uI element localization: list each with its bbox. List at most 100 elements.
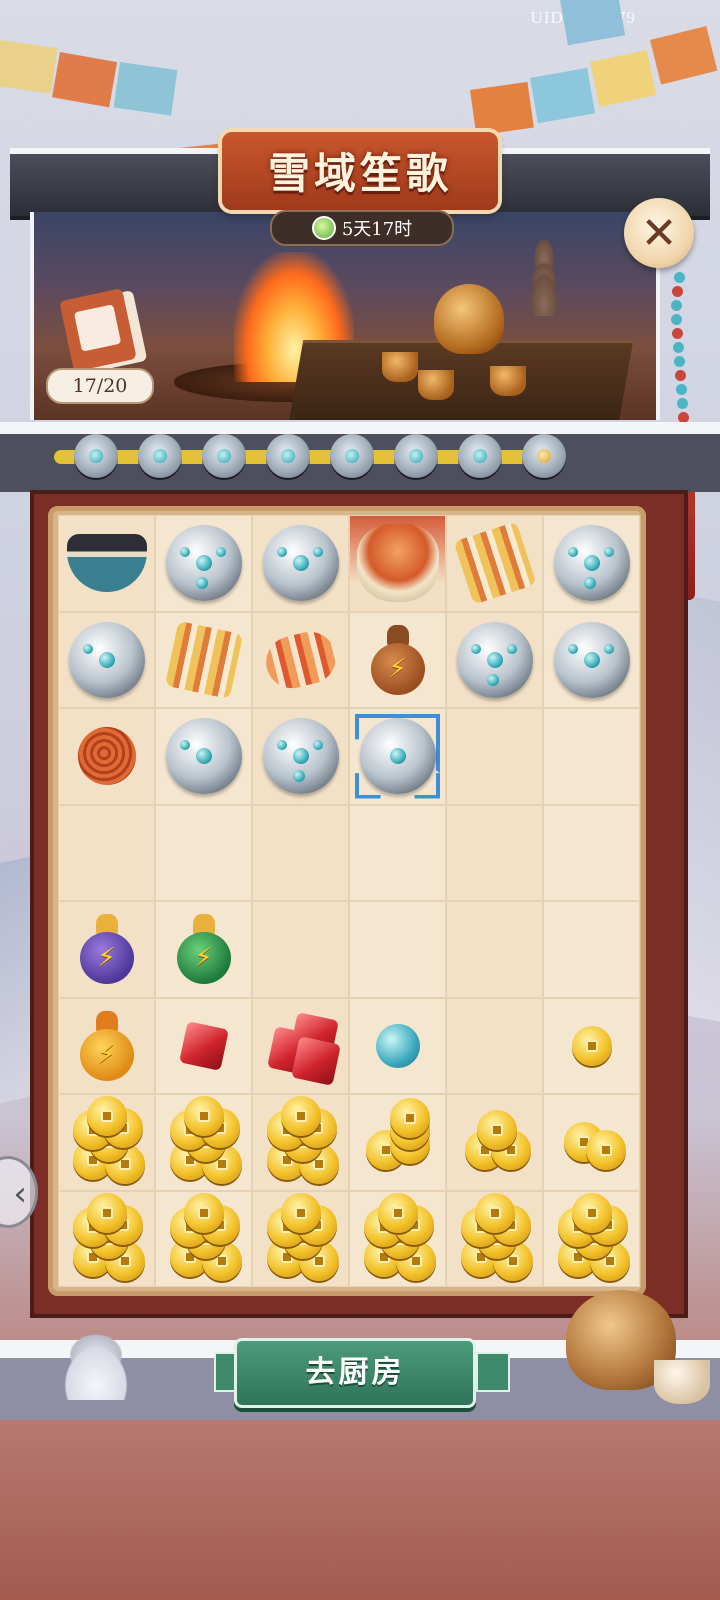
ruby-icon	[178, 1020, 229, 1071]
tea-cup	[490, 366, 526, 396]
board-cell[interactable]	[252, 997, 349, 1094]
board-cell-empty[interactable]	[446, 901, 543, 998]
knot-symbol-icon	[73, 304, 122, 352]
coin	[86, 1096, 127, 1137]
board-cell[interactable]	[58, 1190, 155, 1287]
turquoise-drops-icon	[262, 718, 339, 795]
board-cell[interactable]	[349, 1190, 446, 1287]
energy-gourd-gold-icon: ⚡	[78, 1010, 136, 1081]
board-cell[interactable]	[349, 997, 446, 1094]
gem-icon	[345, 449, 359, 463]
board-cell[interactable]	[155, 1094, 252, 1191]
board-cell-empty[interactable]	[446, 997, 543, 1094]
clock-icon	[311, 216, 336, 240]
milestone-reward-icon[interactable]	[394, 434, 438, 478]
board-cell[interactable]	[252, 708, 349, 805]
turquoise-pendant-icon	[359, 718, 436, 795]
board-cell[interactable]	[543, 1190, 640, 1287]
milestone-reward-icon[interactable]	[138, 434, 182, 478]
board-cell[interactable]	[543, 1094, 640, 1191]
gold-coin-pile-icon	[166, 1096, 242, 1185]
board-cell-empty[interactable]	[349, 804, 446, 901]
turquoise-inlay	[195, 555, 212, 572]
board-cell[interactable]	[252, 1094, 349, 1191]
board-cell[interactable]: ⚡	[58, 901, 155, 998]
silver-hoop-icon	[68, 621, 145, 698]
board-cell[interactable]	[155, 515, 252, 612]
board-cell[interactable]	[252, 611, 349, 708]
button-right-ornament	[476, 1352, 510, 1392]
turquoise-inlay	[98, 651, 115, 668]
board-cell[interactable]	[446, 611, 543, 708]
board-cell[interactable]	[252, 515, 349, 612]
board-cell[interactable]	[543, 515, 640, 612]
board-cell[interactable]	[58, 611, 155, 708]
milestone-reward-icon[interactable]	[522, 434, 566, 478]
board-cell[interactable]: ⚡	[349, 611, 446, 708]
board-cell-empty[interactable]	[252, 901, 349, 998]
board-cell[interactable]	[58, 708, 155, 805]
turquoise-inlay	[583, 577, 596, 590]
cloth-roll-icon	[260, 626, 341, 694]
silver-ornament-icon	[165, 525, 242, 602]
close-button[interactable]: ✕	[624, 198, 694, 268]
timer-text: 5天17时	[341, 219, 413, 240]
board-cell-empty[interactable]	[349, 901, 446, 998]
turquoise-inlay	[292, 770, 305, 783]
board-cell[interactable]: ⚡	[58, 997, 155, 1094]
board-cell-empty[interactable]	[543, 804, 640, 901]
board-cell-empty[interactable]	[543, 901, 640, 998]
coin	[389, 1098, 430, 1139]
board-cell-empty[interactable]	[543, 708, 640, 805]
board-cell[interactable]	[349, 1094, 446, 1191]
board-cell[interactable]	[155, 708, 252, 805]
board-cell[interactable]	[349, 515, 446, 612]
turquoise-inlay	[389, 748, 406, 765]
turquoise-inlay	[567, 643, 578, 654]
coin	[280, 1096, 321, 1137]
gem-icon	[473, 449, 487, 463]
gold-coin-pile-icon	[263, 1192, 339, 1281]
board-cell[interactable]	[252, 1190, 349, 1287]
board-cell[interactable]	[58, 1094, 155, 1191]
gem-icon	[217, 449, 231, 463]
coin	[571, 1192, 612, 1233]
gem-icon	[281, 449, 295, 463]
board-cell[interactable]	[58, 515, 155, 612]
board-cell-empty[interactable]	[446, 804, 543, 901]
turquoise-inlay	[276, 740, 287, 751]
coin	[377, 1192, 418, 1233]
board-cell-empty[interactable]	[58, 804, 155, 901]
board-cell[interactable]	[446, 1190, 543, 1287]
coin	[571, 1025, 612, 1066]
board-cell-empty[interactable]	[155, 804, 252, 901]
tea-cup	[418, 370, 454, 400]
coin	[183, 1096, 224, 1137]
board-cell[interactable]	[155, 1190, 252, 1287]
board-cell-empty[interactable]	[252, 804, 349, 901]
event-timer: 5天17时	[270, 210, 454, 246]
milestone-reward-icon[interactable]	[330, 434, 374, 478]
milestone-reward-icon[interactable]	[202, 434, 246, 478]
turquoise-inlay	[583, 555, 600, 572]
coin	[474, 1192, 515, 1233]
board-cell[interactable]	[543, 997, 640, 1094]
board-cell[interactable]	[446, 1094, 543, 1191]
board-cell[interactable]	[155, 611, 252, 708]
board-cell[interactable]	[349, 708, 446, 805]
board-cell[interactable]	[543, 611, 640, 708]
turquoise-inlay	[276, 547, 287, 558]
milestone-reward-icon[interactable]	[74, 434, 118, 478]
board-cell[interactable]	[446, 515, 543, 612]
board-cell[interactable]	[155, 997, 252, 1094]
gold-coin-stack-icon	[360, 1098, 436, 1180]
gold-coin-pair-icon	[554, 1104, 630, 1180]
milestone-reward-icon[interactable]	[458, 434, 502, 478]
go-kitchen-button[interactable]: 去厨房	[234, 1338, 476, 1408]
gem-icon	[537, 449, 551, 463]
milestone-reward-icon[interactable]	[266, 434, 310, 478]
board-cell-empty[interactable]	[446, 708, 543, 805]
board-cell[interactable]: ⚡	[155, 901, 252, 998]
coin	[280, 1192, 321, 1233]
turquoise-cluster-icon	[456, 621, 533, 698]
